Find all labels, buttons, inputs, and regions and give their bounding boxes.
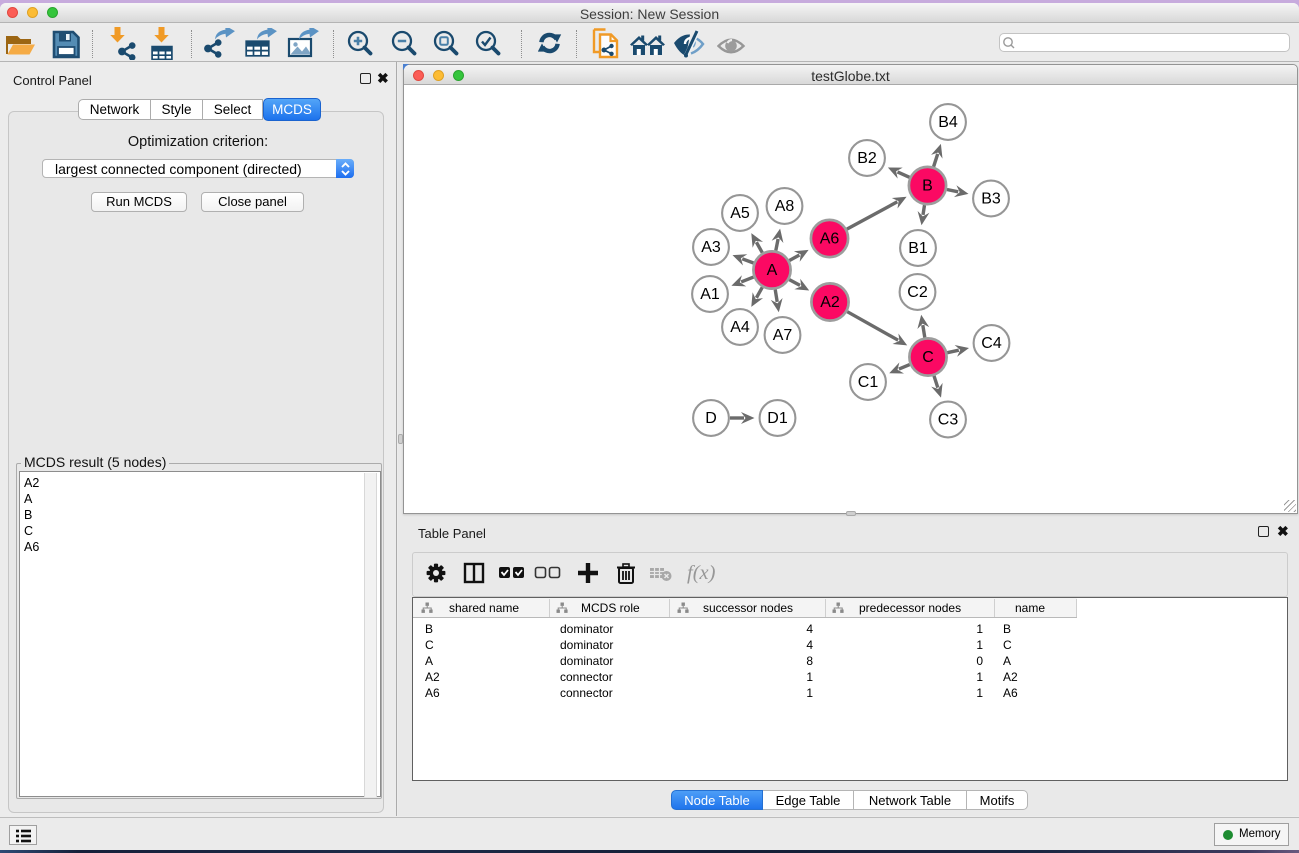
svg-text:C3: C3: [938, 412, 959, 429]
svg-text:f(x): f(x): [687, 562, 716, 584]
svg-text:A3: A3: [701, 239, 721, 256]
svg-text:D1: D1: [767, 410, 788, 427]
svg-text:A4: A4: [730, 319, 750, 336]
svg-text:A6: A6: [820, 231, 840, 248]
svg-text:A: A: [767, 262, 778, 279]
svg-text:B3: B3: [981, 191, 1001, 208]
svg-text:D: D: [705, 410, 717, 427]
svg-text:B4: B4: [938, 114, 958, 131]
svg-text:A1: A1: [700, 286, 720, 303]
svg-text:A5: A5: [730, 205, 750, 222]
svg-text:B: B: [922, 178, 933, 195]
svg-text:A7: A7: [773, 327, 793, 344]
svg-text:B2: B2: [857, 150, 877, 167]
svg-text:C: C: [922, 349, 934, 366]
svg-text:C2: C2: [907, 284, 928, 301]
svg-text:B1: B1: [908, 240, 928, 257]
svg-text:C1: C1: [858, 374, 879, 391]
svg-text:C4: C4: [981, 335, 1002, 352]
svg-text:A8: A8: [775, 198, 795, 215]
svg-text:A2: A2: [820, 294, 840, 311]
